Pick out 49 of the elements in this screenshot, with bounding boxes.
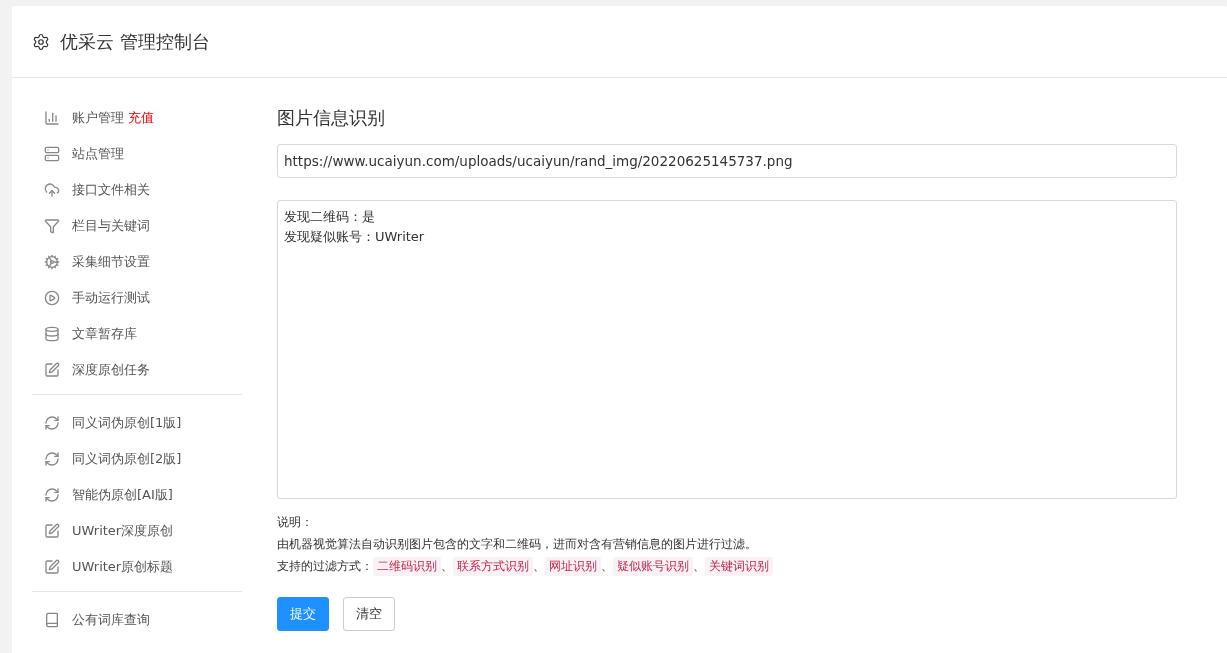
filter-methods-label: 支持的过滤方式： [277,558,373,575]
sidebar-item[interactable]: 采集细节设置 [72,253,150,271]
sidebar-item[interactable]: UWriter深度原创 [72,522,174,540]
result-line: 发现二维码：是 [284,208,376,226]
url-field[interactable]: https://www.ucaiyun.com/uploads/ucaiyun/rand_img/20220625145737.png [277,144,1177,178]
filter-method-tag: 二维码识别 [373,556,441,576]
cloud-upload-icon [44,182,60,198]
settings-icon [32,32,50,51]
page-title: 图片信息识别 [277,106,386,130]
result-line: 发现疑似账号：UWriter [284,228,426,246]
sidebar-item[interactable]: 公有词库查询 [72,611,150,629]
play-icon [44,290,60,306]
console-title: 优采云 管理控制台 [60,29,210,54]
sidebar-item[interactable]: 站点管理 [72,145,124,163]
sidebar-item[interactable]: 深度原创任务 [72,361,150,379]
bar-chart-icon [44,110,60,126]
separator: 、 [441,557,453,575]
book-icon [44,612,60,628]
funnel-icon [44,218,60,234]
separator: 、 [693,557,705,575]
separator: 、 [601,557,613,575]
clear-button[interactable]: 清空 [343,597,395,631]
gear-icon [44,254,60,270]
refresh-icon [44,415,60,431]
sidebar-item[interactable]: 账户管理 [72,109,124,127]
sidebar-item[interactable]: UWriter原创标题 [72,558,174,576]
pencil-square-icon [44,559,60,575]
result-box[interactable]: 发现二维码：是 发现疑似账号：UWriter [277,200,1177,499]
recharge-link[interactable]: 充值 [128,109,154,127]
server-icon [44,146,60,162]
separator: 、 [533,557,545,575]
sidebar-item[interactable]: 同义词伪原创[1版] [72,414,182,432]
sidebar-item[interactable]: 同义词伪原创[2版] [72,450,182,468]
pencil-square-icon [44,523,60,539]
refresh-icon [44,487,60,503]
filter-method-tag: 关键词识别 [705,556,773,576]
sidebar-item[interactable]: 接口文件相关 [72,181,150,199]
pencil-square-icon [44,362,60,378]
filter-method-tag: 网址识别 [545,556,601,576]
notes-description: 由机器视觉算法自动识别图片包含的文字和二维码，进而对含有营销信息的图片进行过滤。 [277,536,758,553]
database-icon [44,326,60,342]
sidebar-item[interactable]: 手动运行测试 [72,289,150,307]
filter-method-tag: 疑似账号识别 [613,556,693,576]
sidebar-item[interactable]: 栏目与关键词 [72,217,150,235]
sidebar-item[interactable]: 文章暂存库 [72,325,137,343]
filter-method-tag: 联系方式识别 [453,556,533,576]
refresh-icon [44,451,60,467]
sidebar-item[interactable]: 智能伪原创[AI版] [72,486,173,504]
notes-heading: 说明： [277,514,314,531]
